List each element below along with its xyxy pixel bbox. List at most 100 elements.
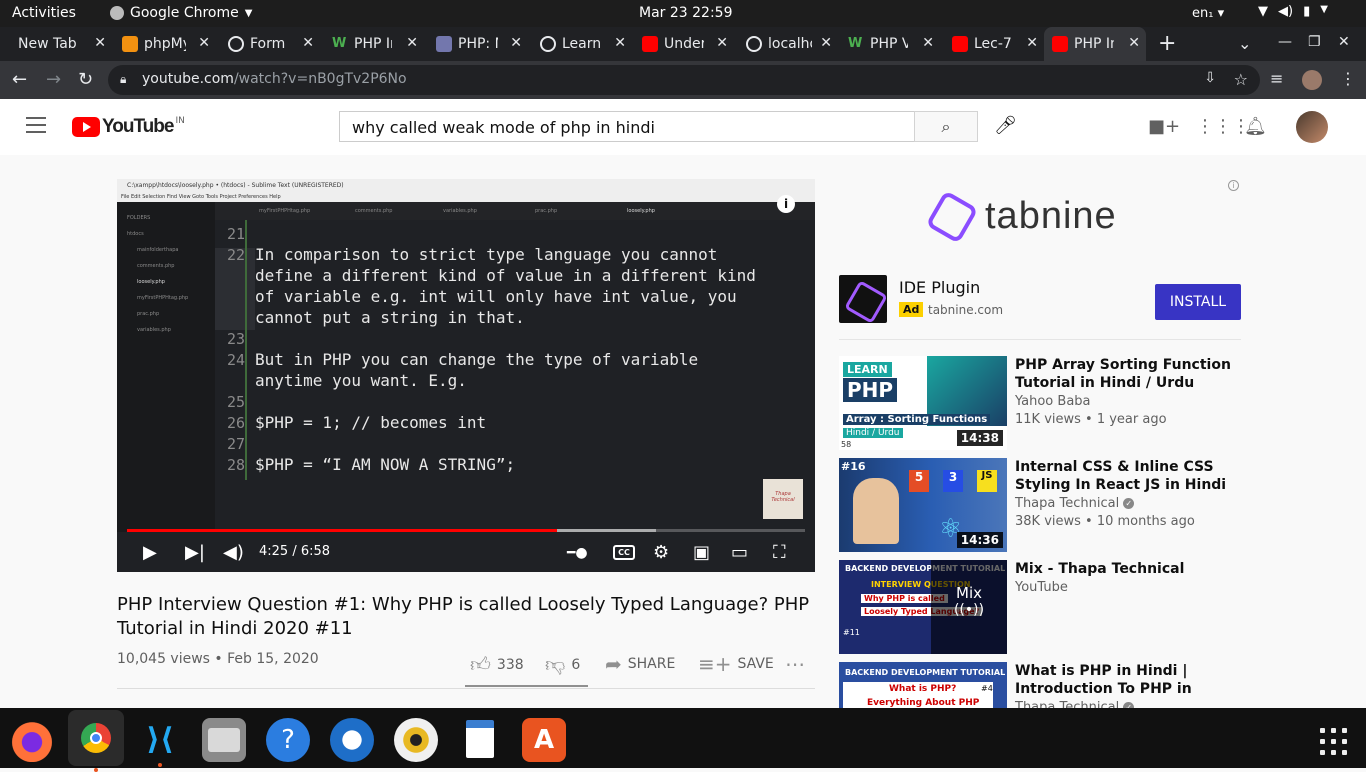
input-language[interactable]: en₁ ▾: [1192, 6, 1224, 21]
install-button[interactable]: INSTALL: [1155, 284, 1241, 320]
close-icon[interactable]: ✕: [406, 35, 418, 51]
media-controls-icon[interactable]: ≡: [1270, 69, 1283, 88]
like-button[interactable]: 👍︎ 338: [470, 652, 524, 677]
progress-bar[interactable]: [127, 529, 805, 532]
video-thumbnail[interactable]: #16 5 3 JS ⚛ 14:36: [839, 458, 1007, 552]
video-player[interactable]: C:\xampp\htdocs\loosely.php • (htdocs) -…: [117, 179, 815, 572]
close-icon[interactable]: ✕: [510, 35, 522, 51]
ad-app-icon[interactable]: [839, 275, 887, 323]
account-avatar[interactable]: [1296, 111, 1328, 143]
close-icon[interactable]: ✕: [922, 35, 934, 51]
help-icon[interactable]: ?: [266, 718, 310, 762]
rec-channel[interactable]: YouTube: [1015, 580, 1068, 595]
software-center-icon[interactable]: A: [522, 718, 566, 762]
recommendation-item[interactable]: #16 5 3 JS ⚛ 14:36 Internal CSS & Inline…: [839, 458, 1241, 552]
search-button[interactable]: ⌕: [914, 111, 978, 142]
tab-w3schools-php[interactable]: W PHP Introduction ✕: [324, 27, 424, 61]
text-editor-icon[interactable]: [458, 718, 502, 762]
apps-grid-icon[interactable]: ⋮⋮⋮: [1196, 116, 1250, 137]
close-icon[interactable]: ✕: [198, 35, 210, 51]
tab-active-php-interview[interactable]: PHP Interview ✕: [1044, 27, 1146, 61]
microphone-icon[interactable]: 🎤︎: [994, 115, 1017, 136]
theater-mode-icon[interactable]: ▭: [731, 542, 748, 563]
thunderbird-icon[interactable]: [330, 718, 374, 762]
dislike-button[interactable]: 👎︎ 6: [545, 652, 580, 677]
more-actions-button[interactable]: ⋯: [785, 652, 805, 676]
video-thumbnail[interactable]: BACKEND DEVELOPMENT TUTORIAL INTERVIEW Q…: [839, 560, 1007, 654]
back-arrow-icon[interactable]: ←: [12, 69, 27, 90]
new-tab-button[interactable]: +: [1158, 31, 1176, 56]
tab-new-tab[interactable]: New Tab ✕: [10, 27, 112, 61]
volume-icon[interactable]: ◀): [223, 542, 244, 563]
miniplayer-icon[interactable]: ▣: [693, 542, 710, 563]
menu-dots-icon[interactable]: ⋮: [1340, 69, 1356, 88]
notifications-bell-icon[interactable]: 🔔︎: [1244, 116, 1267, 137]
tab-php-manual[interactable]: PHP: Manual ✕: [428, 27, 528, 61]
play-icon[interactable]: ▶: [143, 542, 157, 563]
hamburger-menu-icon[interactable]: [26, 117, 46, 133]
clock[interactable]: Mar 23 22:59: [639, 5, 732, 21]
tab-search-icon[interactable]: ⌄: [1238, 34, 1251, 53]
ad-info-icon[interactable]: i: [1228, 180, 1239, 191]
rec-title[interactable]: Internal CSS & Inline CSS Styling In Rea…: [1015, 458, 1235, 494]
ad-title[interactable]: IDE Plugin: [899, 278, 980, 297]
profile-avatar[interactable]: [1302, 70, 1322, 90]
autoplay-toggle[interactable]: ━●: [567, 545, 588, 561]
activities-button[interactable]: Activities: [12, 5, 76, 21]
tab-lec-7[interactable]: Lec-7 ✕: [944, 27, 1044, 61]
search-input[interactable]: why called weak mode of php in hindi: [339, 111, 915, 142]
tab-localhost[interactable]: localhost ✕: [738, 27, 838, 61]
omnibox[interactable]: 🔒︎ youtube.com/watch?v=nB0gTv2P6No ⇩ ☆: [108, 65, 1260, 95]
app-menu[interactable]: Google Chrome ▼: [110, 5, 252, 21]
close-window-button[interactable]: ✕: [1338, 34, 1350, 50]
forward-arrow-icon[interactable]: →: [46, 69, 61, 90]
reload-icon[interactable]: ↻: [78, 69, 93, 90]
close-icon[interactable]: ✕: [94, 35, 106, 51]
video-thumbnail[interactable]: BACKEND DEVELOPMENT TUTORIAL What is PHP…: [839, 662, 1007, 708]
share-button[interactable]: ➦ SHARE: [605, 652, 675, 676]
firefox-icon[interactable]: [10, 718, 54, 762]
video-thumbnail[interactable]: LEARN PHP Array : Sorting Functions Hind…: [839, 356, 1007, 450]
install-icon[interactable]: ⇩: [1204, 70, 1216, 86]
close-icon[interactable]: ✕: [1026, 35, 1038, 51]
close-icon[interactable]: ✕: [302, 35, 314, 51]
rec-title[interactable]: What is PHP in Hindi | Introduction To P…: [1015, 662, 1235, 698]
maximize-button[interactable]: ❐: [1308, 34, 1321, 50]
fullscreen-icon[interactable]: ⛶: [773, 542, 786, 563]
save-button[interactable]: ≡+ SAVE: [698, 652, 774, 676]
rec-title[interactable]: Mix - Thapa Technical: [1015, 560, 1235, 578]
rhythmbox-icon[interactable]: [394, 718, 438, 762]
rec-channel[interactable]: Yahoo Baba: [1015, 394, 1091, 409]
video-info-icon[interactable]: i: [777, 195, 795, 213]
rec-channel[interactable]: Thapa Technical ✓: [1015, 496, 1135, 511]
chrome-icon[interactable]: [68, 710, 124, 772]
youtube-logo[interactable]: YouTube IN: [72, 116, 185, 138]
close-icon[interactable]: ✕: [1128, 35, 1140, 51]
settings-gear-icon[interactable]: ⚙: [653, 542, 669, 563]
tab-youtube-under[interactable]: Under ✕: [634, 27, 734, 61]
close-icon[interactable]: ✕: [820, 35, 832, 51]
show-applications-icon[interactable]: [1320, 728, 1348, 756]
create-video-icon[interactable]: ■+: [1148, 116, 1180, 137]
channel-watermark[interactable]: Thapa Technical: [763, 479, 803, 519]
rec-channel[interactable]: Thapa Technical ✓: [1015, 700, 1135, 708]
close-icon[interactable]: ✕: [716, 35, 728, 51]
system-tray[interactable]: ▼ ◀) ▮ ▼: [1258, 4, 1328, 19]
tab-learn[interactable]: Learn ✕: [532, 27, 632, 61]
ad-banner[interactable]: tabnine: [925, 189, 1117, 244]
tab-phpmyadmin[interactable]: phpMyAdmin ✕: [114, 27, 216, 61]
bookmark-star-icon[interactable]: ☆: [1234, 70, 1248, 89]
next-icon[interactable]: ▶|: [185, 542, 205, 563]
recommendation-item[interactable]: BACKEND DEVELOPMENT TUTORIAL INTERVIEW Q…: [839, 560, 1241, 654]
minimize-button[interactable]: —: [1278, 34, 1292, 50]
tab-form[interactable]: Form ✕: [220, 27, 320, 61]
files-icon[interactable]: [202, 718, 246, 762]
recommendation-item[interactable]: BACKEND DEVELOPMENT TUTORIAL What is PHP…: [839, 662, 1241, 708]
vscode-icon[interactable]: ⟩⟨: [138, 718, 182, 767]
captions-button[interactable]: CC: [613, 545, 635, 560]
rec-title[interactable]: PHP Array Sorting Function Tutorial in H…: [1015, 356, 1235, 392]
lock-icon[interactable]: 🔒︎: [120, 72, 126, 87]
recommendation-item[interactable]: LEARN PHP Array : Sorting Functions Hind…: [839, 356, 1241, 450]
close-icon[interactable]: ✕: [614, 35, 626, 51]
tab-w3schools-variables[interactable]: W PHP Variables ✕: [840, 27, 940, 61]
